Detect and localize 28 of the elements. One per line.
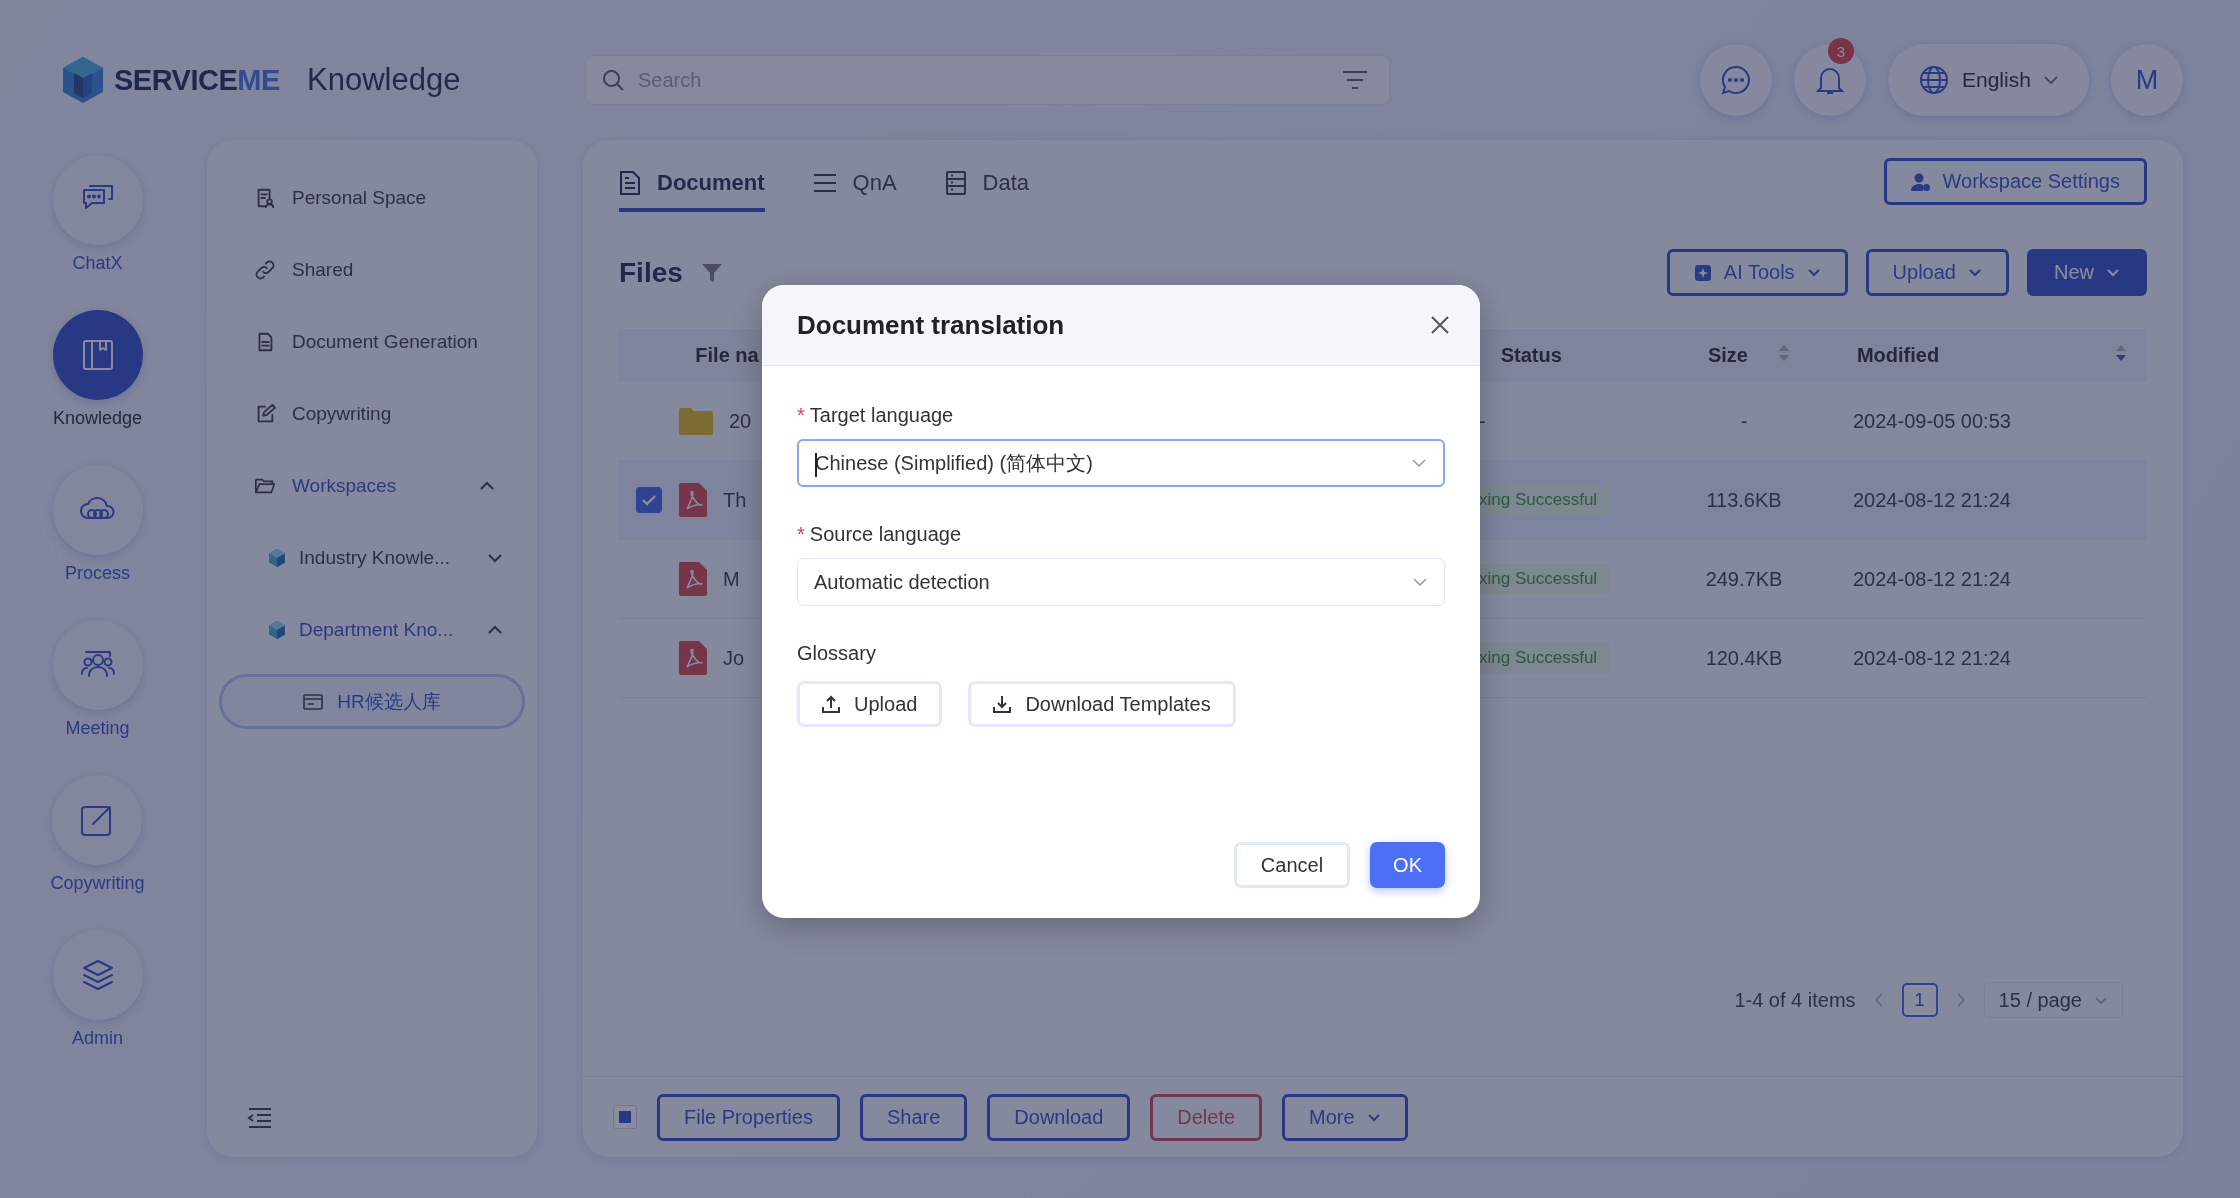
table-cell: 249.7KB xyxy=(1705,567,1783,591)
field-label: * Source language xyxy=(797,523,963,546)
status-tag: xing Successful xyxy=(1479,485,1610,515)
table-cell: 2024-09-05 00:53 xyxy=(1853,409,2011,433)
table-cell: - xyxy=(1740,409,1748,433)
status-tag: xing Successful xyxy=(1479,643,1610,673)
table-cell: 2024-08-12 21:24 xyxy=(1853,488,2011,512)
nav-label: ChatX xyxy=(72,253,123,274)
nav-label: Meeting xyxy=(65,718,130,739)
table-cell: 2024-08-12 21:24 xyxy=(1853,567,2011,591)
glossary-label: Glossary xyxy=(797,642,877,665)
files-heading: Files xyxy=(619,256,683,289)
dialog-title: Document translation xyxy=(797,309,1065,341)
field-label: * Target language xyxy=(797,404,955,427)
notification-badge: 3 xyxy=(1828,38,1854,64)
logo-text: SERVICEME xyxy=(114,63,280,97)
nav-label: Process xyxy=(65,563,130,584)
table-cell: 113.6KB xyxy=(1706,488,1782,512)
nav-label: Knowledge xyxy=(52,408,143,429)
pagination-summary: 1-4 of 4 items xyxy=(1734,988,1856,1012)
nav-label: Admin xyxy=(72,1028,123,1049)
table-cell: 120.4KB xyxy=(1705,646,1783,670)
status-tag: xing Successful xyxy=(1479,564,1610,594)
table-cell: 2024-08-12 21:24 xyxy=(1853,646,2011,670)
table-cell: - xyxy=(1479,409,1486,433)
column-header: File na xyxy=(695,344,759,367)
nav-label: Copywriting xyxy=(50,873,145,894)
app-title: Knowledge xyxy=(307,62,462,98)
